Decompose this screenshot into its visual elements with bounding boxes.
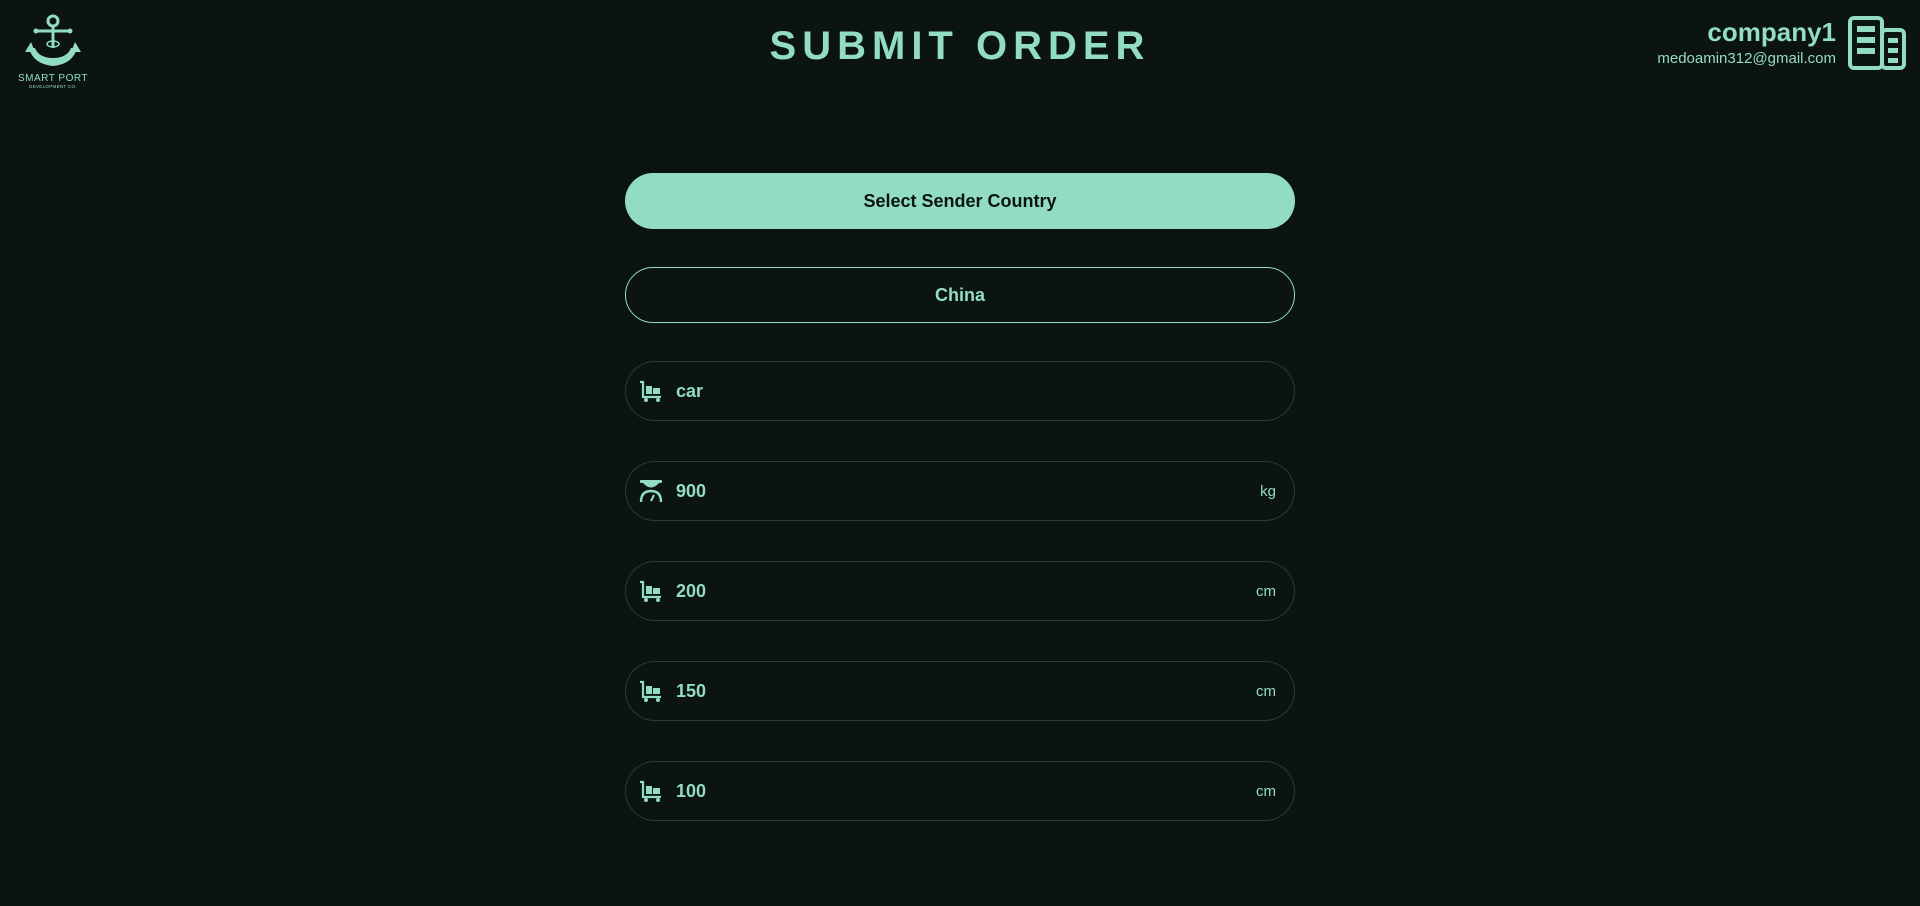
logo-title: SMART PORT — [18, 73, 89, 84]
width-field[interactable]: 150 cm — [625, 661, 1295, 721]
cart-icon — [640, 580, 661, 602]
weight-field[interactable]: 900 kg — [625, 461, 1295, 521]
select-sender-country-button[interactable]: Select Sender Country — [625, 173, 1295, 229]
order-form: Select Sender Country China car 900 kg 2… — [625, 173, 1295, 821]
logo-subtitle: DEVELOPMENT CO. — [29, 84, 77, 89]
user-info[interactable]: company1 medoamin312@gmail.com — [1657, 16, 1836, 67]
height-unit: cm — [1256, 782, 1276, 800]
page-title: SUBMIT ORDER — [769, 24, 1151, 68]
weight-unit: kg — [1260, 482, 1276, 500]
company-name: company1 — [1707, 17, 1836, 47]
length-unit: cm — [1256, 582, 1276, 600]
building-icon[interactable] — [1848, 16, 1906, 70]
cart-icon — [640, 780, 661, 802]
user-email: medoamin312@gmail.com — [1657, 50, 1836, 67]
length-field[interactable]: 200 cm — [625, 561, 1295, 621]
cargo-type-value: car — [676, 380, 704, 401]
scale-icon — [639, 480, 663, 503]
width-unit: cm — [1256, 682, 1276, 700]
width-value: 150 — [676, 680, 707, 701]
weight-value: 900 — [676, 480, 707, 501]
height-value: 100 — [676, 780, 707, 801]
submit-order-page: SMART PORT DEVELOPMENT CO. SUBMIT ORDER … — [0, 0, 1920, 906]
cart-icon — [640, 380, 661, 402]
cargo-type-field[interactable]: car — [625, 361, 1295, 421]
length-value: 200 — [676, 580, 707, 601]
height-field[interactable]: 100 cm — [625, 761, 1295, 821]
cart-icon — [640, 680, 661, 702]
country-select[interactable]: China — [625, 267, 1295, 323]
